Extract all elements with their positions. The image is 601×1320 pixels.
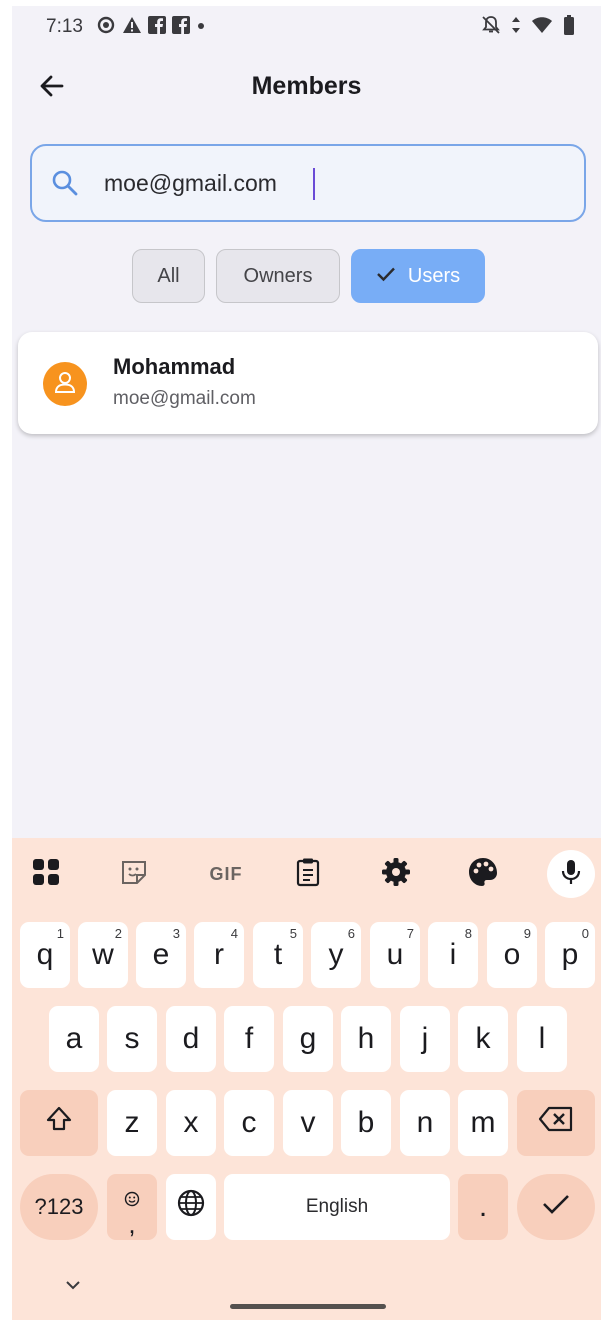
- chip-label: Owners: [243, 264, 313, 287]
- check-icon: [376, 265, 396, 288]
- chip-users[interactable]: Users: [351, 249, 485, 303]
- key-c[interactable]: c: [224, 1090, 274, 1156]
- bell-off-icon: [481, 15, 501, 40]
- key-w[interactable]: w2: [78, 922, 128, 988]
- app-bar: Members: [12, 58, 601, 114]
- search-field[interactable]: [30, 144, 586, 222]
- symbols-key[interactable]: ?123: [20, 1174, 98, 1240]
- facebook-icon: [172, 16, 190, 39]
- key-x[interactable]: x: [166, 1090, 216, 1156]
- data-arrows-icon: [511, 15, 521, 40]
- status-bar: 7:13: [12, 6, 601, 46]
- member-name: Mohammad: [113, 354, 236, 379]
- key-s[interactable]: s: [107, 1006, 157, 1072]
- notification-dot-icon: [196, 16, 206, 39]
- emoji-comma-key[interactable]: ,: [107, 1174, 157, 1240]
- key-b[interactable]: b: [341, 1090, 391, 1156]
- key-o[interactable]: o9: [487, 922, 537, 988]
- gesture-nav-handle[interactable]: [230, 1304, 386, 1309]
- search-input[interactable]: [104, 164, 564, 202]
- chip-label: Users: [407, 264, 461, 287]
- filter-chips: All Owners Users: [12, 249, 601, 305]
- period-key[interactable]: .: [458, 1174, 508, 1240]
- key-u[interactable]: u7: [370, 922, 420, 988]
- key-f[interactable]: f: [224, 1006, 274, 1072]
- settings-gear-icon: [96, 15, 116, 40]
- key-d[interactable]: d: [166, 1006, 216, 1072]
- member-email: moe@gmail.com: [113, 388, 256, 409]
- comma-label: ,: [128, 1209, 136, 1239]
- page-title: Members: [251, 72, 362, 100]
- enter-key[interactable]: [517, 1174, 595, 1240]
- voice-input-button[interactable]: [547, 850, 595, 898]
- key-h[interactable]: h: [341, 1006, 391, 1072]
- key-v[interactable]: v: [283, 1090, 333, 1156]
- chevron-down-icon: [62, 1279, 84, 1296]
- theme-button[interactable]: [459, 850, 507, 898]
- key-l[interactable]: l: [517, 1006, 567, 1072]
- person-icon: [52, 369, 78, 400]
- apps-button[interactable]: [22, 850, 70, 898]
- on-screen-keyboard: GIF q1 w2 e3 r4 t5 y6 u7 i8 o 9 p 0 a s …: [12, 838, 601, 1320]
- sticker-button[interactable]: [110, 850, 158, 898]
- battery-icon: [563, 15, 575, 40]
- members-screen: 7:13 Members moe@gmail.com All Owners Us…: [12, 6, 601, 1320]
- wifi-icon: [531, 16, 553, 39]
- key-t[interactable]: t5: [253, 922, 303, 988]
- key-r[interactable]: r4: [194, 922, 244, 988]
- key-e[interactable]: e3: [136, 922, 186, 988]
- sticker-icon: [120, 858, 148, 891]
- globe-icon: [176, 1188, 206, 1226]
- hide-keyboard-button[interactable]: [62, 1278, 84, 1297]
- key-g[interactable]: g: [283, 1006, 333, 1072]
- gif-button[interactable]: GIF: [198, 850, 254, 898]
- search-icon: [50, 168, 80, 203]
- status-right-icons: [481, 15, 575, 40]
- key-i[interactable]: i8: [428, 922, 478, 988]
- chip-label: All: [157, 264, 180, 287]
- member-card[interactable]: Mohammad moe@gmail.com: [18, 332, 598, 434]
- key-k[interactable]: k: [458, 1006, 508, 1072]
- shift-key[interactable]: [20, 1090, 98, 1156]
- keyboard-settings-button[interactable]: [372, 850, 420, 898]
- apps-grid-icon: [32, 858, 60, 891]
- key-p[interactable]: p0: [545, 922, 595, 988]
- warning-icon: [122, 16, 142, 39]
- status-time: 7:13: [46, 16, 83, 37]
- backspace-icon: [538, 1106, 574, 1140]
- status-left-icons: [96, 15, 206, 40]
- chip-all[interactable]: All: [132, 249, 205, 303]
- avatar: [43, 362, 87, 406]
- key-m[interactable]: m: [458, 1090, 508, 1156]
- language-key[interactable]: [166, 1174, 216, 1240]
- clipboard-button[interactable]: [284, 850, 332, 898]
- chip-owners[interactable]: Owners: [216, 249, 340, 303]
- check-icon: [541, 1190, 571, 1224]
- shift-icon: [45, 1105, 73, 1141]
- key-y[interactable]: y6: [311, 922, 361, 988]
- clipboard-icon: [294, 857, 322, 892]
- text-cursor: [313, 168, 315, 200]
- key-z[interactable]: z: [107, 1090, 157, 1156]
- key-j[interactable]: j: [400, 1006, 450, 1072]
- settings-icon: [381, 857, 411, 892]
- key-q[interactable]: q1: [20, 922, 70, 988]
- backspace-key[interactable]: [517, 1090, 595, 1156]
- space-key[interactable]: English: [224, 1174, 450, 1240]
- mic-icon: [559, 858, 583, 891]
- key-a[interactable]: a: [49, 1006, 99, 1072]
- key-n[interactable]: n: [400, 1090, 450, 1156]
- palette-icon: [467, 856, 499, 893]
- facebook-icon: [148, 16, 166, 39]
